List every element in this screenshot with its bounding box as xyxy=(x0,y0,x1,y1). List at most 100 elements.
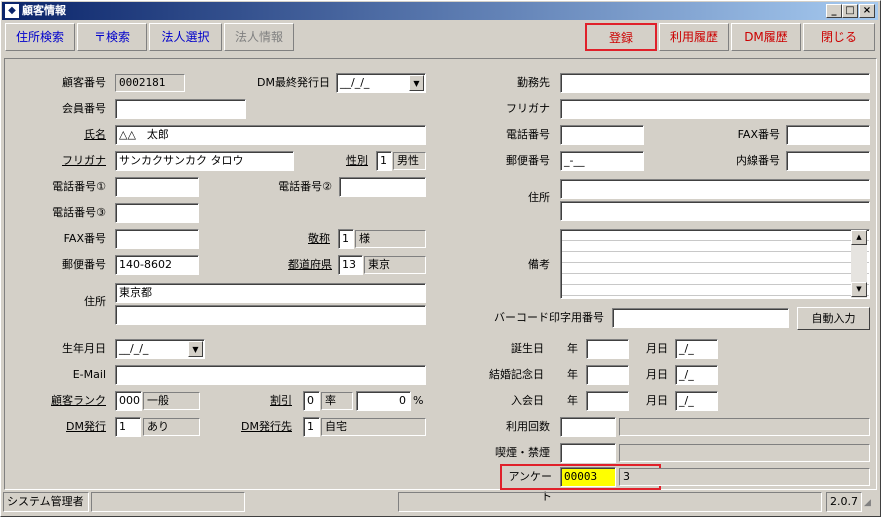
smoking-readonly xyxy=(619,444,870,462)
gender-label-link[interactable]: 性別 xyxy=(310,151,368,171)
status-user: システム管理者 xyxy=(3,492,89,512)
status-version: 2.0.7 xyxy=(826,492,862,512)
work-fax-label: FAX番号 xyxy=(737,128,780,141)
anniversary-monthday-input[interactable]: _/_ xyxy=(675,365,718,385)
dm-last-issue-value: __/_/_ xyxy=(340,76,370,89)
birthdate-label: 生年月日 xyxy=(62,342,106,355)
join-date-label: 入会日 xyxy=(511,394,544,407)
member-no-input[interactable] xyxy=(115,99,246,119)
dropdown-arrow-icon[interactable]: ▼ xyxy=(409,75,424,91)
honorific-label-link[interactable]: 敬称 xyxy=(280,229,330,249)
furigana-input[interactable]: サンカクサンカク タロウ xyxy=(115,151,294,171)
close-window-button[interactable]: × xyxy=(859,4,875,18)
fax-input[interactable] xyxy=(115,229,199,249)
work-input[interactable] xyxy=(560,73,870,93)
dropdown-arrow-icon[interactable]: ▼ xyxy=(188,341,203,357)
dm-last-issue-date[interactable]: __/_/_ ▼ xyxy=(336,73,426,93)
join-year-label: 年 xyxy=(567,394,578,407)
dm-last-issue-label: DM最終発行日 xyxy=(257,76,330,89)
birthdate-value: __/_/_ xyxy=(119,342,149,355)
address-label: 住所 xyxy=(84,295,106,308)
gender-code-input[interactable]: 1 xyxy=(376,151,392,171)
auto-input-button[interactable]: 自動入力 xyxy=(797,307,870,330)
app-icon: ◆ xyxy=(5,4,19,18)
survey-code-input[interactable]: 00003 xyxy=(560,467,616,487)
address-line2-input[interactable] xyxy=(115,305,426,325)
barcode-label: バーコード印字用番号 xyxy=(494,311,604,324)
work-label: 勤務先 xyxy=(517,76,550,89)
honorific-code-input[interactable]: 1 xyxy=(338,229,354,249)
postal-input[interactable]: 140-8602 xyxy=(115,255,199,275)
furigana-label-link[interactable]: フリガナ xyxy=(10,151,106,171)
birthday-year-input[interactable] xyxy=(586,339,629,359)
usage-count-label: 利用回数 xyxy=(506,420,550,433)
window-title: 顧客情報 xyxy=(22,4,66,17)
birthday-monthday-input[interactable]: _/_ xyxy=(675,339,718,359)
work-kana-input[interactable] xyxy=(560,99,870,119)
usage-count-readonly xyxy=(619,418,870,436)
phone2-input[interactable] xyxy=(339,177,426,197)
work-address-line1-input[interactable] xyxy=(560,179,870,199)
discount-value-input[interactable]: 0 xyxy=(356,391,411,411)
memo-scrollbar[interactable]: ▲ ▼ xyxy=(851,230,867,298)
name-input[interactable]: △△ 太郎 xyxy=(115,125,426,145)
anniversary-monthday-label: 月日 xyxy=(646,368,668,381)
phone1-label: 電話番号① xyxy=(52,180,106,193)
work-kana-label: フリガナ xyxy=(506,102,550,115)
title-bar: ◆ 顧客情報 xyxy=(2,2,878,20)
dm-issue-code-input[interactable]: 1 xyxy=(115,417,141,437)
usage-count-input[interactable] xyxy=(560,417,616,437)
usage-history-button[interactable]: 利用履歴 xyxy=(659,23,729,51)
work-address-line2-input[interactable] xyxy=(560,201,870,221)
extension-input[interactable] xyxy=(786,151,870,171)
address-search-button[interactable]: 住所検索 xyxy=(5,23,75,51)
minimize-button[interactable]: _ xyxy=(826,4,842,18)
postal-search-button[interactable]: 〒検索 xyxy=(77,23,147,51)
join-monthday-label: 月日 xyxy=(646,394,668,407)
phone2-label: 電話番号② xyxy=(278,180,332,193)
join-monthday-input[interactable]: _/_ xyxy=(675,391,718,411)
barcode-input[interactable] xyxy=(612,308,789,328)
dm-dest-label-link[interactable]: DM発行先 xyxy=(230,417,292,437)
phone3-label: 電話番号③ xyxy=(52,206,106,219)
survey-label: アンケート xyxy=(508,470,552,503)
address-line1-input[interactable]: 東京都 xyxy=(115,283,426,303)
email-label: E-Mail xyxy=(72,368,106,381)
scroll-down-icon[interactable]: ▼ xyxy=(851,282,867,297)
prefecture-code-input[interactable]: 13 xyxy=(338,255,363,275)
name-label-link[interactable]: 氏名 xyxy=(10,125,106,145)
email-input[interactable] xyxy=(115,365,426,385)
rank-label-link[interactable]: 顧客ランク xyxy=(10,391,106,411)
anniversary-year-input[interactable] xyxy=(586,365,629,385)
resize-grip-icon[interactable]: ◢ xyxy=(864,495,878,511)
phone3-input[interactable] xyxy=(115,203,199,223)
discount-code-input[interactable]: 0 xyxy=(303,391,320,411)
birthdate-input[interactable]: __/_/_ ▼ xyxy=(115,339,205,359)
scroll-up-icon[interactable]: ▲ xyxy=(851,230,867,245)
dm-history-button[interactable]: DM履歴 xyxy=(731,23,801,51)
anniversary-label: 結婚記念日 xyxy=(489,368,544,381)
register-button[interactable]: 登録 xyxy=(585,23,657,51)
corp-select-button[interactable]: 法人選択 xyxy=(149,23,222,51)
maximize-button[interactable]: □ xyxy=(842,4,858,18)
gender-name-field: 男性 xyxy=(393,152,426,170)
discount-label-link[interactable]: 割引 xyxy=(250,391,292,411)
work-phone-label: 電話番号 xyxy=(506,128,550,141)
birthday-label: 誕生日 xyxy=(511,342,544,355)
work-address-label: 住所 xyxy=(528,191,550,204)
survey-name-field: 3 xyxy=(619,468,870,486)
close-button[interactable]: 閉じる xyxy=(803,23,875,51)
work-fax-input[interactable] xyxy=(786,125,870,145)
phone1-input[interactable] xyxy=(115,177,199,197)
dm-dest-code-input[interactable]: 1 xyxy=(303,417,320,437)
dm-issue-label-link[interactable]: DM発行 xyxy=(10,417,106,437)
prefecture-label-link[interactable]: 都道府県 xyxy=(270,255,332,275)
corp-info-button[interactable]: 法人情報 xyxy=(224,23,294,51)
work-phone-input[interactable] xyxy=(560,125,644,145)
join-year-input[interactable] xyxy=(586,391,629,411)
rank-code-input[interactable]: 000 xyxy=(115,391,142,411)
memo-textarea[interactable] xyxy=(560,229,870,299)
work-postal-input[interactable]: _-__ xyxy=(560,151,644,171)
smoking-input[interactable] xyxy=(560,443,616,463)
prefecture-name-field: 東京 xyxy=(364,256,426,274)
